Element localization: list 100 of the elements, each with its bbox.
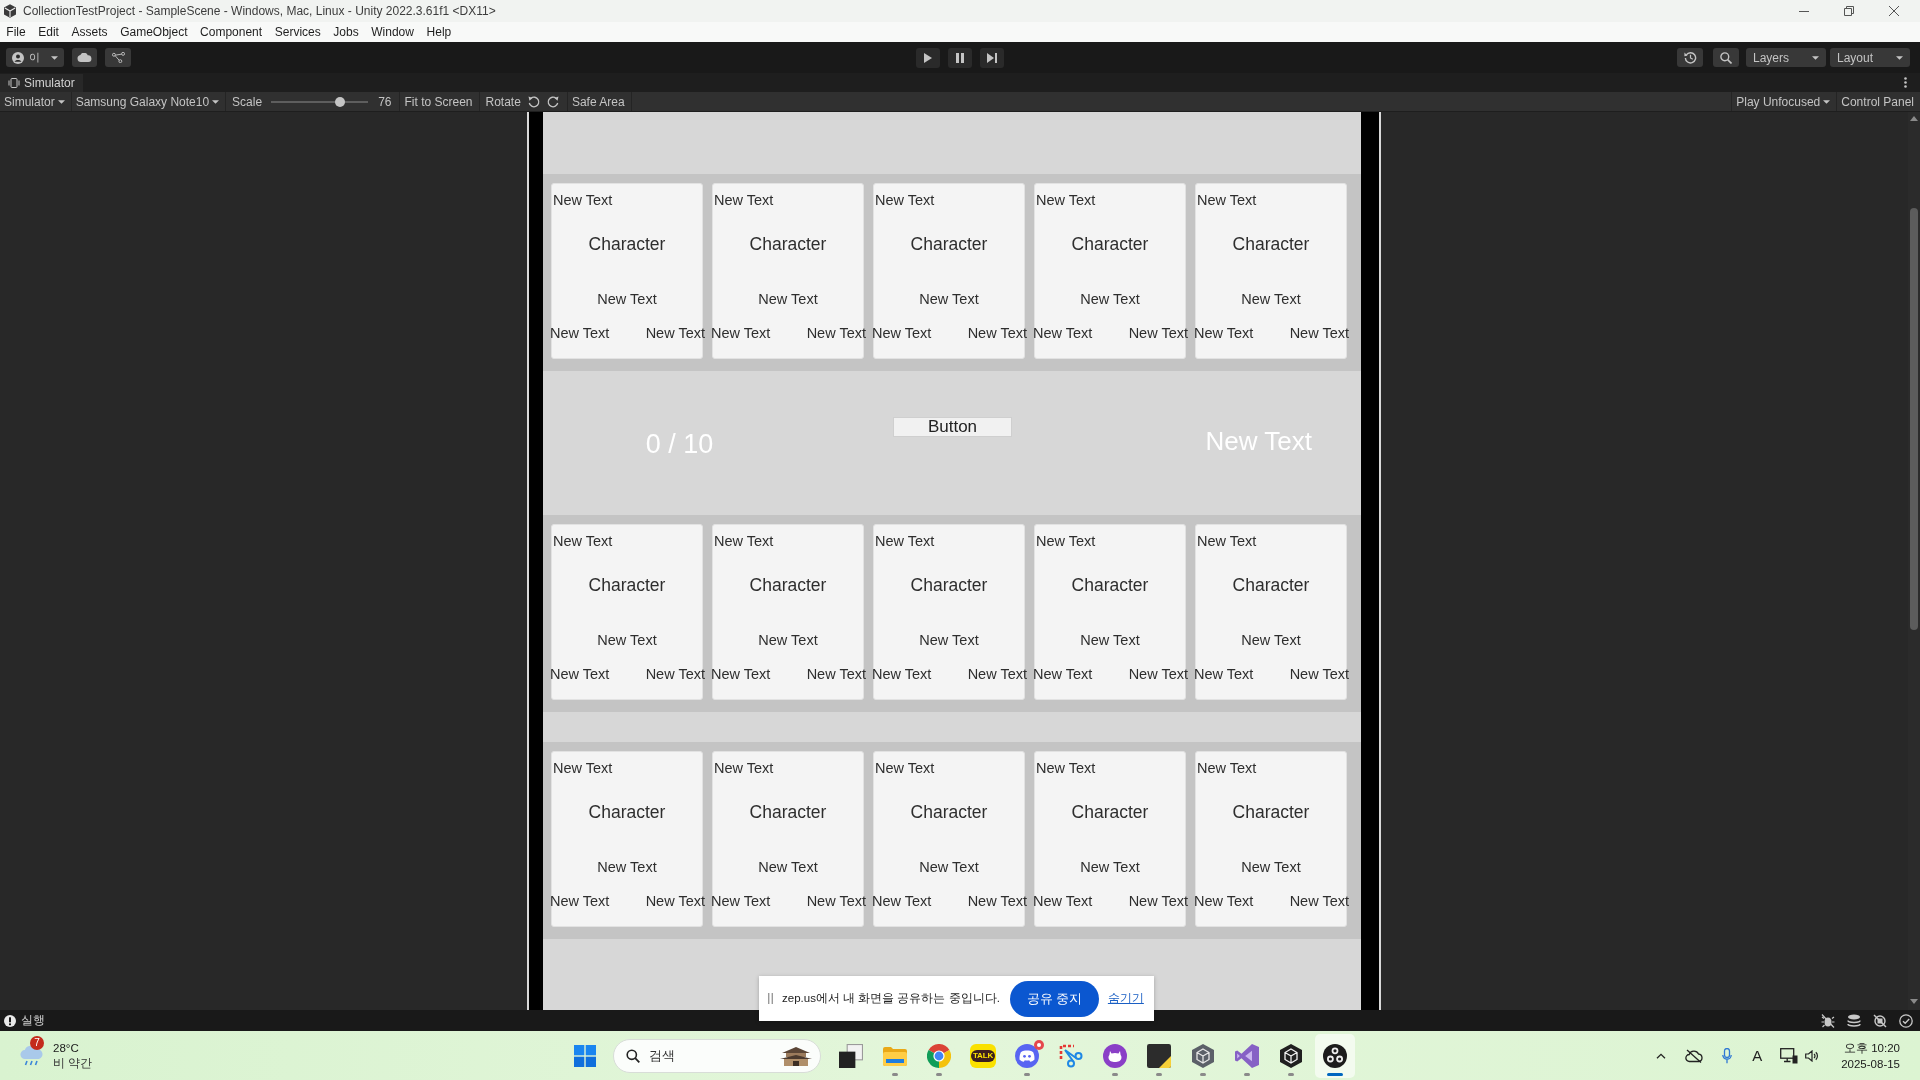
weather-badge: 7 xyxy=(30,1035,44,1050)
history-button[interactable] xyxy=(1677,48,1703,67)
play-button[interactable] xyxy=(916,47,940,68)
microphone-icon[interactable] xyxy=(1722,1047,1733,1064)
account-dropdown[interactable]: 이 xyxy=(6,48,64,67)
card-footer-text: New Text xyxy=(806,892,866,910)
fit-to-screen-button[interactable]: Fit to Screen xyxy=(400,92,479,111)
cloud-rain-icon xyxy=(20,1045,44,1066)
caret-icon xyxy=(1823,99,1831,104)
card-corner-text: New Text xyxy=(714,191,774,209)
card-corner-text: New Text xyxy=(1036,191,1096,209)
card-footer-text: New Text xyxy=(1289,892,1349,910)
check-circle-icon[interactable] xyxy=(1899,1013,1913,1028)
card-title: Character xyxy=(588,233,666,255)
input-mode-indicator[interactable]: A xyxy=(1752,1046,1763,1065)
card-footer-text: New Text xyxy=(645,324,705,342)
card-subtitle: New Text xyxy=(1080,631,1140,649)
scissors-icon xyxy=(1059,1043,1083,1068)
card-corner-text: New Text xyxy=(1036,532,1096,550)
card-footer-text: New Text xyxy=(806,324,866,342)
card-corner-text: New Text xyxy=(1197,532,1257,550)
search-field[interactable]: 검색 xyxy=(613,1038,821,1073)
card-footer-text: New Text xyxy=(967,324,1027,342)
menu-item[interactable]: Edit xyxy=(31,24,66,40)
pause-button[interactable] xyxy=(948,47,972,68)
card-title: Character xyxy=(910,574,988,596)
drag-handle-icon[interactable] xyxy=(768,993,773,1004)
rotate-left-icon[interactable] xyxy=(527,95,540,108)
browser-icon xyxy=(927,1043,951,1068)
caret-icon xyxy=(212,99,220,104)
card-footer-text: New Text xyxy=(550,665,610,683)
menu-item[interactable]: Services xyxy=(268,24,328,40)
menu-item[interactable]: GameObject xyxy=(113,24,194,40)
taskbar-clock[interactable]: 오후 10:20 2025-08-15 xyxy=(1839,1039,1902,1072)
search-icon xyxy=(1720,51,1732,64)
bug-off-icon[interactable] xyxy=(1821,1013,1835,1028)
game-button[interactable]: Button xyxy=(893,417,1012,437)
card-title: Character xyxy=(1071,233,1149,255)
play-mode-dropdown[interactable]: Play Unfocused xyxy=(1732,92,1837,111)
cloud-button[interactable] xyxy=(72,48,97,67)
scale-label: Scale xyxy=(231,94,263,109)
slider-thumb[interactable] xyxy=(335,96,345,107)
caret-icon xyxy=(1896,55,1903,60)
history-icon xyxy=(1683,51,1697,64)
monitor-network-icon[interactable] xyxy=(1780,1047,1799,1064)
search-button[interactable] xyxy=(1713,48,1739,67)
card-corner-text: New Text xyxy=(553,532,613,550)
close-icon[interactable] xyxy=(1889,6,1899,16)
menu-item[interactable]: File xyxy=(0,24,32,40)
card-subtitle: New Text xyxy=(758,858,818,876)
stack-icon[interactable] xyxy=(1847,1013,1861,1028)
layers-dropdown[interactable]: Layers xyxy=(1746,48,1826,67)
menu-item[interactable]: Window xyxy=(365,24,421,40)
caret-icon xyxy=(1812,55,1819,60)
version-control-button[interactable] xyxy=(105,48,131,67)
sticky-note-icon xyxy=(1147,1043,1171,1068)
taskbar-app-button[interactable]: TALK xyxy=(963,1033,1003,1078)
circle-slash-icon[interactable] xyxy=(1873,1013,1887,1028)
device-dropdown[interactable]: Samsung Galaxy Note10 xyxy=(71,92,226,111)
layout-dropdown[interactable]: Layout xyxy=(1830,48,1910,67)
account-icon xyxy=(12,51,24,64)
chevron-up-icon[interactable] xyxy=(1656,1052,1667,1059)
control-panel-button[interactable]: Control Panel xyxy=(1837,92,1920,111)
card-subtitle: New Text xyxy=(597,858,657,876)
card-title: Character xyxy=(588,801,666,823)
search-input[interactable]: 검색 xyxy=(649,1048,778,1063)
stop-sharing-button[interactable]: 공유 중지 xyxy=(1009,980,1099,1017)
view-dropdown[interactable]: Simulator xyxy=(0,92,71,111)
card-footer-text: New Text xyxy=(1194,892,1254,910)
speaker-icon[interactable] xyxy=(1805,1049,1820,1062)
scroll-down-icon[interactable] xyxy=(1910,999,1918,1004)
card-footer-text: New Text xyxy=(806,665,866,683)
window-title: CollectionTestProject - SampleScene - Windows, Mac, Linux - Unity 2022.3.61f1 <DX11> xyxy=(23,4,496,18)
card-footer-text: New Text xyxy=(711,324,771,342)
menu-item[interactable]: Assets xyxy=(65,24,114,40)
hide-link[interactable]: 숨기기 xyxy=(1107,990,1144,1007)
card-subtitle: New Text xyxy=(597,290,657,308)
menu-item[interactable]: Jobs xyxy=(327,24,365,40)
taskbar-app-button[interactable] xyxy=(1315,1033,1355,1078)
card-corner-text: New Text xyxy=(1197,191,1257,209)
card-title: Character xyxy=(1071,574,1149,596)
scroll-up-icon[interactable] xyxy=(1910,116,1918,121)
menu-item[interactable]: Help xyxy=(420,24,458,40)
card-footer-text: New Text xyxy=(1289,324,1349,342)
card-footer-text: New Text xyxy=(1194,324,1254,342)
card-title: Character xyxy=(1232,233,1310,255)
simulator-tab[interactable]: Simulator xyxy=(0,74,83,92)
restore-icon[interactable] xyxy=(1844,6,1854,16)
cloud-off-icon[interactable] xyxy=(1685,1048,1704,1063)
card-footer-text: New Text xyxy=(711,892,771,910)
scrollbar-thumb[interactable] xyxy=(1910,208,1918,630)
card-title: Character xyxy=(1232,801,1310,823)
rotate-right-icon[interactable] xyxy=(546,95,559,108)
more-icon[interactable] xyxy=(1904,77,1907,88)
weather-widget[interactable]: 7 28°C 비 약간 xyxy=(16,1038,97,1073)
safe-area-button[interactable]: Safe Area xyxy=(567,92,631,111)
card-subtitle: New Text xyxy=(1241,290,1301,308)
minimize-icon[interactable] xyxy=(1799,10,1809,12)
step-button[interactable] xyxy=(980,47,1004,68)
menu-item[interactable]: Component xyxy=(193,24,269,40)
